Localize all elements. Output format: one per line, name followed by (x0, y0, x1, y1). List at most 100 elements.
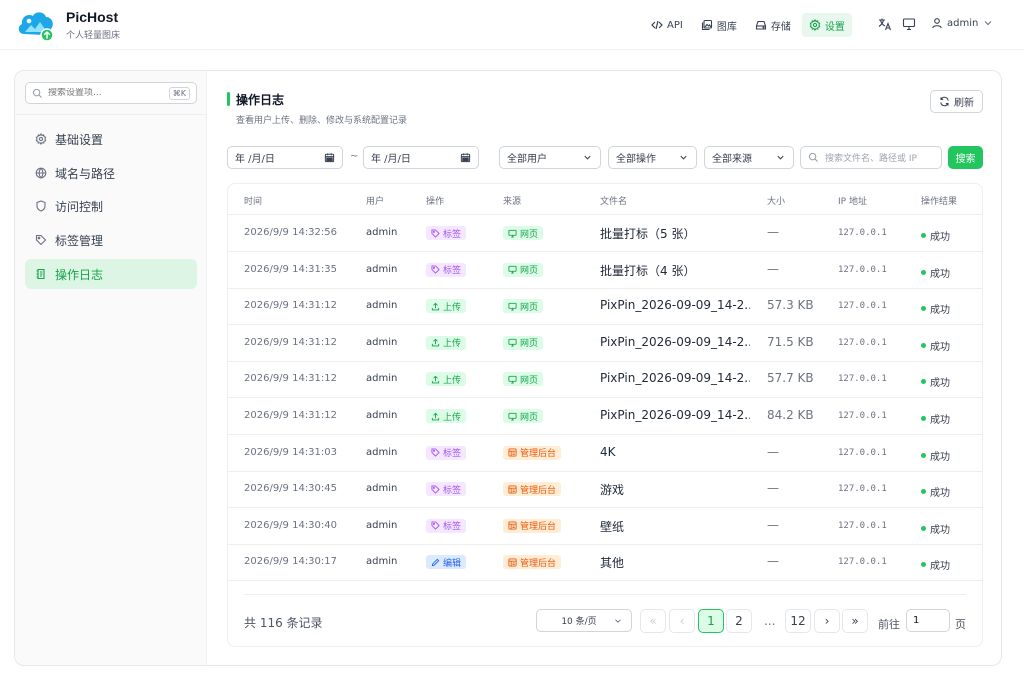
page-title: 操作日志 (236, 93, 285, 107)
nav-storage[interactable]: 存储 (748, 13, 798, 37)
cell-filename[interactable]: 4K (600, 445, 616, 459)
goto-page-input[interactable] (906, 609, 950, 632)
column-header-result: 操作结果 (921, 197, 958, 207)
monitor-icon[interactable] (902, 17, 916, 31)
table-row[interactable]: 2026/9/9 14:31:12 admin 上传 网页 PixPin_2026-09… (228, 325, 982, 362)
brand-name: PicHost (66, 9, 119, 25)
prev-page-button[interactable]: ‹ (669, 609, 695, 633)
date-from-picker[interactable]: 年 /月/日 (227, 146, 343, 169)
source-badge-label: 网页 (520, 229, 539, 240)
result-label: 成功 (930, 232, 950, 243)
search-button[interactable]: 搜索 (948, 146, 983, 169)
page-size-select[interactable]: 10 条/页 (536, 609, 632, 632)
source-badge: 管理后台 (503, 482, 562, 497)
table-row[interactable]: 2026/9/9 14:32:56 admin 标签 网页 批量打标（5 张） — 127.… (228, 215, 982, 252)
calendar-icon (324, 153, 335, 163)
source-filter-select[interactable]: 全部来源 (704, 146, 794, 169)
sidebar-item-label: 基础设置 (55, 132, 104, 147)
success-dot (921, 306, 926, 312)
table-row[interactable]: 2026/9/9 14:31:12 admin 上传 网页 PixPin_2026-09… (228, 288, 982, 326)
cell-filename[interactable]: PixPin_2026-09-09_14-2... (600, 335, 750, 349)
refresh-button[interactable]: 刷新 (930, 90, 983, 113)
cell-size: 57.3 KB (767, 298, 814, 313)
user-name: admin (947, 17, 979, 29)
table-row[interactable]: 2026/9/9 14:31:12 admin 上传 网页 PixPin_2026-09… (228, 361, 982, 399)
cell-filename[interactable]: 批量打标（4 张） (600, 262, 695, 279)
table-row[interactable]: 2026/9/9 14:31:12 admin 上传 网页 PixPin_2026-09… (228, 398, 982, 435)
log-search-placeholder: 搜索文件名、路径或 IP (825, 154, 917, 164)
user-filter-select[interactable]: 全部用户 (499, 146, 601, 169)
table-header: 时间 用户 操作 来源 文件名 大小 IP 地址 操作结果 (228, 184, 982, 215)
action-badge-label: 标签 (443, 522, 462, 533)
sidebar-item-access[interactable]: 访问控制 (25, 191, 197, 221)
cell-filename[interactable]: 批量打标（5 张） (600, 225, 695, 242)
first-page-button[interactable]: « (640, 609, 666, 633)
goto-unit: 页 (955, 618, 966, 631)
code-icon (651, 20, 663, 30)
brand-subtitle: 个人轻量图床 (66, 31, 121, 41)
sidebar-divider (15, 114, 206, 115)
user-menu[interactable]: admin (931, 17, 994, 29)
search-icon (32, 88, 43, 98)
admin-panel-icon (508, 521, 517, 530)
nav-settings[interactable]: 设置 (801, 13, 852, 37)
sidebar-item-logs[interactable]: 操作日志 (25, 259, 197, 289)
cell-size: — (767, 225, 779, 239)
edit-icon (431, 558, 440, 567)
page-2-button[interactable]: 2 (726, 609, 752, 633)
table-row[interactable]: 2026/9/9 14:30:17 admin 编辑 管理后台 其他 — 127.0.0.1… (228, 544, 982, 582)
goto-label: 前往 (878, 618, 900, 631)
table-row[interactable]: 2026/9/9 14:31:03 admin 标签 管理后台 4K — 127.0.0.1… (228, 435, 982, 472)
last-page-button[interactable]: » (842, 609, 868, 633)
cell-size: — (767, 517, 779, 532)
upload-icon (431, 338, 440, 347)
result-label: 成功 (930, 561, 950, 573)
cell-filename[interactable]: 壁纸 (600, 518, 624, 535)
sidebar-item-tags[interactable]: 标签管理 (25, 225, 197, 255)
action-badge-label: 编辑 (443, 558, 462, 569)
translate-icon[interactable] (878, 17, 892, 31)
nav-api[interactable]: API (644, 13, 690, 37)
storage-icon (755, 20, 766, 30)
action-filter-select[interactable]: 全部操作 (608, 146, 697, 169)
cell-size: 71.5 KB (767, 334, 814, 349)
page-12-button[interactable]: 12 (785, 609, 811, 633)
page-1-button[interactable]: 1 (698, 609, 724, 633)
action-badge-label: 标签 (443, 229, 462, 240)
cell-time: 2026/9/9 14:31:12 (244, 373, 338, 385)
table-row[interactable]: 2026/9/9 14:30:40 admin 标签 管理后台 壁纸 — 127.0.0.1… (228, 508, 982, 545)
source-badge: 管理后台 (503, 518, 562, 533)
table-row[interactable]: 2026/9/9 14:30:45 admin 标签 管理后台 游戏 — 127.0.0.1… (228, 471, 982, 509)
cell-ip: 127.0.0.1 (838, 411, 887, 421)
source-badge-label: 管理后台 (520, 449, 557, 460)
table-row[interactable]: 2026/9/9 14:31:35 admin 标签 网页 批量打标（4 张） — 127.… (228, 252, 982, 289)
nav-storage-label: 存储 (770, 21, 791, 33)
log-search-box[interactable]: 搜索文件名、路径或 IP (800, 146, 942, 169)
cell-filename[interactable]: PixPin_2026-09-09_14-2... (600, 408, 750, 422)
date-to-value: 年 /月/日 (371, 154, 411, 165)
cell-time: 2026/9/9 14:30:40 (244, 519, 338, 531)
success-dot (921, 416, 926, 421)
sidebar-item-basic[interactable]: 基础设置 (25, 124, 197, 154)
cell-filename[interactable]: PixPin_2026-09-09_14-2... (600, 298, 750, 312)
log-panel: 操作日志 查看用户上传、删除、修改与系统配置记录 刷新 年 /月/日 ~ 年 /… (207, 71, 1001, 665)
action-badge: 上传 (426, 335, 467, 350)
cell-ip: 127.0.0.1 (838, 337, 887, 348)
settings-search[interactable]: ⌘K (25, 82, 197, 104)
date-to-picker[interactable]: 年 /月/日 (363, 146, 479, 169)
column-header-ip: IP 地址 (838, 197, 867, 207)
sidebar-item-domain[interactable]: 域名与路径 (25, 158, 197, 188)
cell-ip: 127.0.0.1 (838, 447, 887, 458)
tag-icon (431, 228, 440, 238)
cell-filename[interactable]: 其他 (600, 554, 624, 571)
next-page-button[interactable]: › (814, 609, 840, 633)
settings-search-input[interactable] (48, 88, 169, 98)
cell-filename[interactable]: 游戏 (600, 481, 624, 498)
chevron-down-icon (615, 618, 621, 623)
success-dot (921, 233, 926, 238)
sidebar-item-label: 标签管理 (55, 233, 104, 248)
cell-user: admin (366, 227, 398, 238)
nav-gallery[interactable]: 图库 (694, 13, 744, 37)
cell-filename[interactable]: PixPin_2026-09-09_14-2... (600, 371, 750, 385)
pichost-logo[interactable] (16, 8, 56, 42)
